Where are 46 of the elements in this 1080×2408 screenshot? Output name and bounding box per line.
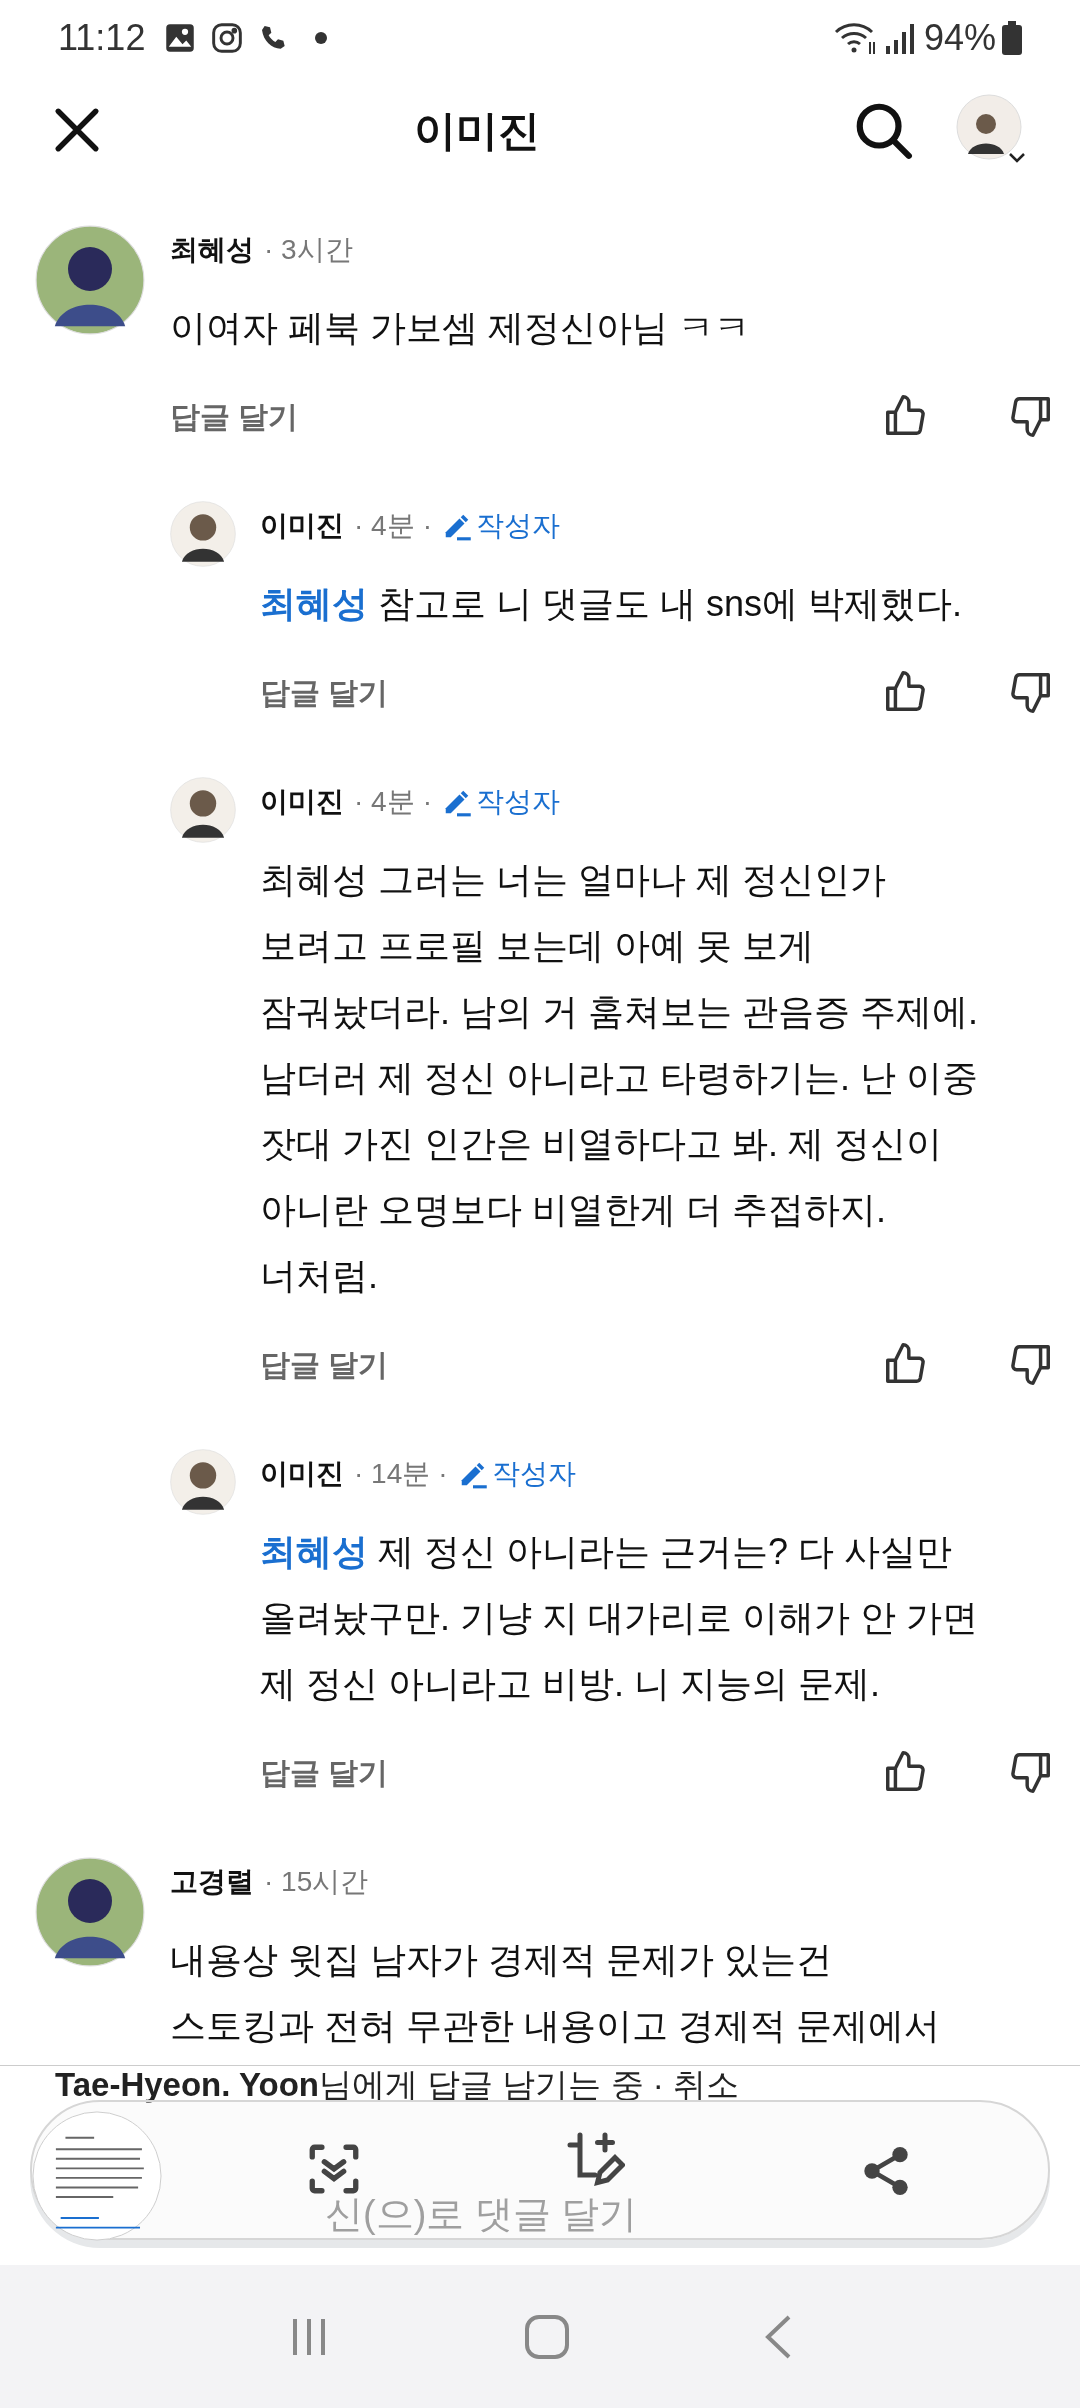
dot-icon bbox=[315, 31, 328, 44]
battery-icon bbox=[1002, 20, 1022, 55]
comment-text: 최혜성 제 정신 아니라는 근거는? 다 사실만 올려놨구만. 기냥 지 대가리로 이해가 안 가면 제 정신 아니라고 비방. 니 지능의 문제. bbox=[260, 1530, 978, 1706]
reply-link[interactable]: 답글 달기 bbox=[170, 393, 299, 439]
author-name[interactable]: 이미진 bbox=[260, 505, 344, 547]
author-name[interactable]: 고경렬 bbox=[170, 1861, 254, 1903]
mention-link[interactable]: 최혜성 bbox=[260, 1531, 368, 1572]
separator-dot: · bbox=[422, 509, 432, 543]
comment-time: · 14분 bbox=[354, 1457, 431, 1491]
avatar[interactable] bbox=[35, 225, 145, 335]
avatar[interactable] bbox=[35, 1857, 145, 1967]
avatar[interactable] bbox=[170, 777, 236, 843]
author-name[interactable]: 이미진 bbox=[260, 781, 344, 823]
comment-text: 내용상 윗집 남자가 경제적 문제가 있는건 스토킹과 전혀 무관한 내용이고 경제적 문제에서 bbox=[170, 1938, 940, 2048]
comment-text: 최혜성 그러는 너는 얼마나 제 정신인가 보려고 프로필 보는데 아예 못 보게 잠궈놨더라. 남의 거 훔쳐보는 관음증 주제에. 남더러 제 정신 아니라고 타령하기는. 난 이중 잣대 가진 인간은 비열하다고 봐. 제 정신이 아니란 오명보다 비열한게 더 추접하지. 너처럼. bbox=[260, 858, 978, 1298]
author-name[interactable]: 이미진 bbox=[260, 1453, 344, 1495]
separator-dot: · bbox=[422, 785, 432, 819]
status-time: 11:12 bbox=[58, 15, 146, 60]
comment-time: · 15시간 bbox=[264, 1865, 369, 1899]
mention-link[interactable]: 최혜성 bbox=[260, 583, 368, 624]
reply-link[interactable]: 답글 달기 bbox=[260, 1749, 389, 1795]
reply-link[interactable]: 답글 달기 bbox=[260, 1341, 389, 1387]
comment-text: 최혜성 참고로 니 댓글도 내 sns에 박제했다. bbox=[260, 582, 963, 626]
gallery-icon bbox=[165, 22, 196, 53]
avatar[interactable] bbox=[170, 501, 236, 567]
signal-icon bbox=[885, 21, 916, 54]
comment-time: · 4분 bbox=[354, 509, 415, 543]
author-label: 작성자 bbox=[476, 785, 560, 819]
avatar[interactable] bbox=[170, 1449, 236, 1515]
author-name[interactable]: 최혜성 bbox=[170, 229, 254, 271]
page-title: 이미진 bbox=[414, 105, 540, 156]
home-icon[interactable] bbox=[524, 2313, 570, 2360]
comment-input-field[interactable]: 신(으)로 댓글 달기 bbox=[325, 2186, 925, 2243]
separator-dot: · bbox=[438, 1457, 448, 1491]
reply-status-text: Tae-Hyeon. Yoon님에게 답글 남기는 중 · 취소 bbox=[55, 2068, 740, 2102]
comment-time: · 3시간 bbox=[264, 233, 353, 267]
screenshot-thumbnail[interactable] bbox=[32, 2108, 162, 2244]
camera-icon bbox=[211, 21, 244, 54]
comment-time: · 4분 bbox=[354, 785, 415, 819]
close-icon[interactable] bbox=[52, 105, 102, 155]
profile-avatar[interactable] bbox=[956, 94, 1022, 160]
reply-link[interactable]: 답글 달기 bbox=[260, 669, 389, 715]
author-label: 작성자 bbox=[491, 1457, 576, 1491]
battery-percentage: 94% bbox=[923, 15, 996, 60]
comment-text: 이여자 페북 가보셈 제정신아님 ㅋㅋ bbox=[170, 306, 750, 350]
author-label: 작성자 bbox=[476, 509, 560, 543]
